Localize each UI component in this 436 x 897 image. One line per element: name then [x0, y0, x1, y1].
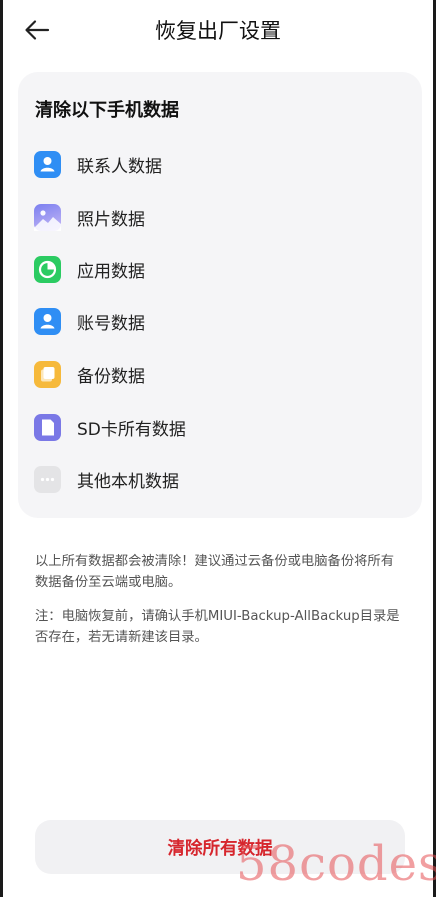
header: 恢复出厂设置: [0, 0, 436, 60]
contact-icon: [34, 150, 61, 178]
watermark: 58codes: [236, 836, 436, 892]
account-icon: [34, 307, 61, 335]
list-item-backup: 备份数据: [34, 359, 145, 389]
list-item-apps: 应用数据: [34, 254, 145, 284]
item-label: 照片数据: [77, 209, 145, 230]
backup-note: 注：电脑恢复前，请确认手机MIUI-Backup-AllBackup目录是否存在…: [35, 609, 400, 645]
app-icon: [34, 255, 61, 283]
list-item-contacts: 联系人数据: [34, 149, 162, 179]
item-label: 备份数据: [77, 366, 145, 387]
item-label: 其他本机数据: [77, 471, 179, 492]
item-label: 账号数据: [77, 313, 145, 334]
card-title: 清除以下手机数据: [35, 100, 179, 121]
backup-icon: [34, 360, 61, 388]
data-list-card: 清除以下手机数据 联系人数据 照片数据 应用数据 账号数据 备份数据 SD卡所有…: [18, 72, 422, 518]
page-title: 恢复出厂设置: [155, 19, 281, 43]
item-label: 应用数据: [77, 261, 145, 282]
sd-card-icon: [34, 413, 61, 441]
list-item-other: 其他本机数据: [34, 464, 179, 494]
warning-note: 以上所有数据都会被清除！建议通过云备份或电脑备份将所有数据备份至云端或电脑。: [35, 554, 395, 590]
list-item-accounts: 账号数据: [34, 306, 145, 336]
item-label: 联系人数据: [77, 156, 162, 177]
item-label: SD卡所有数据: [77, 419, 186, 440]
list-item-sd-card: SD卡所有数据: [34, 412, 186, 442]
screen-edge-left: [0, 0, 3, 897]
more-icon: [34, 465, 61, 493]
photo-icon: [34, 203, 61, 231]
list-item-photos: 照片数据: [34, 202, 145, 232]
